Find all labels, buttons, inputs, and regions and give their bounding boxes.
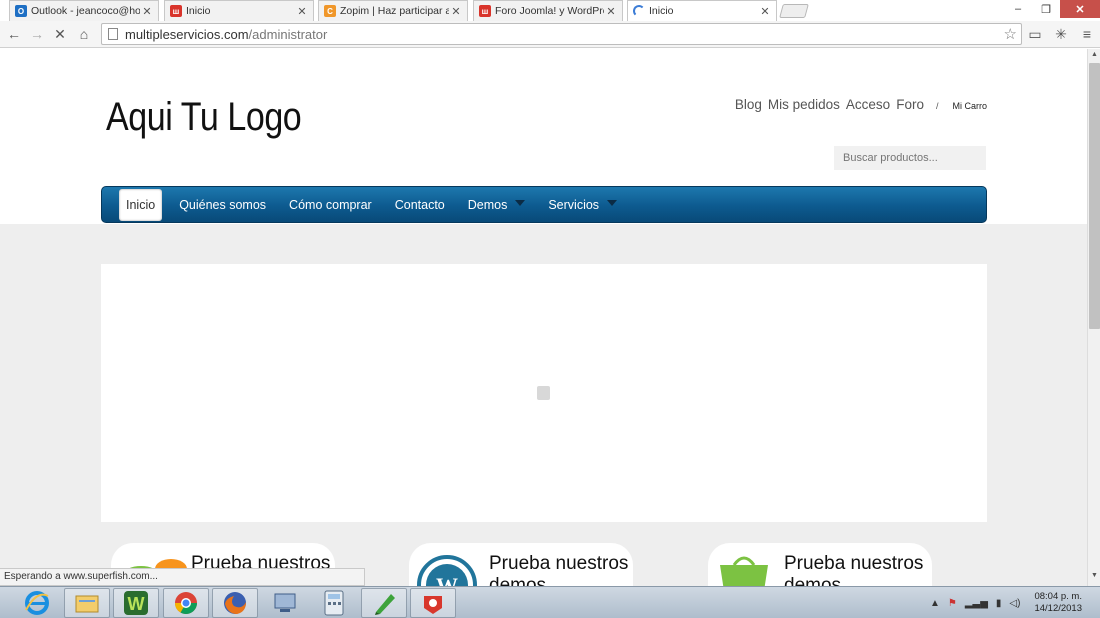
scroll-down-icon[interactable]: ▼ [1088,572,1100,584]
joomla-icon: ш [479,5,491,17]
chrome-icon[interactable] [163,588,209,618]
calculator-icon[interactable] [311,588,357,618]
separator: / [935,101,939,111]
window-controls: – ❐ ✕ [1004,0,1100,18]
firefox-icon[interactable] [212,588,258,618]
joomla-icon: ш [170,5,182,17]
site-header: Aqui Tu Logo Blog Mis pedidos Acceso For… [0,49,1087,224]
promo-box-wordpress[interactable]: W Prueba nuestros demos [409,543,633,586]
window-mode-icon[interactable]: ▭ [1025,25,1045,43]
action-center-icon[interactable]: ⚑ [948,598,957,609]
blog-link[interactable]: Blog [735,97,762,112]
menu-icon[interactable]: ≡ [1077,25,1097,43]
site-logo[interactable]: Aqui Tu Logo [106,95,302,140]
browser-tab[interactable]: O Outlook - jeancoco@hotm ✕ [9,0,159,21]
back-arrow-icon[interactable]: ← [4,25,24,43]
windows-taskbar: W ▲ ⚑ ▂▃▅ ▮ ◁) 08:04 p. m. 14/12/2013 [0,586,1100,618]
shopping-bag-icon [720,556,768,586]
extension-icon[interactable]: ✳ [1051,25,1071,43]
close-tab-icon[interactable]: ✕ [758,5,772,18]
svg-text:W: W [436,573,458,586]
system-tray: ▲ ⚑ ▂▃▅ ▮ ◁) 08:04 p. m. 14/12/2013 [926,587,1100,618]
product-search-input[interactable] [834,146,986,170]
clock-time: 08:04 p. m. [1034,591,1082,602]
home-icon[interactable]: ⌂ [74,25,94,43]
battery-icon[interactable]: ▮ [996,598,1002,609]
zopim-icon: C [324,5,336,17]
internet-explorer-icon[interactable] [14,588,60,618]
promo-text: Prueba nuestros demos [784,553,924,586]
restore-icon[interactable]: ❐ [1032,0,1060,18]
close-tab-icon[interactable]: ✕ [449,5,463,18]
forum-link[interactable]: Foro [896,97,924,112]
clock-date: 14/12/2013 [1034,603,1082,614]
login-link[interactable]: Acceso [846,97,890,112]
browser-tab[interactable]: ш Foro Joomla! y WordPress ✕ [473,0,623,21]
volume-icon[interactable]: ◁) [1009,598,1020,609]
browser-tab[interactable]: C Zopim | Haz participar a tu ✕ [318,0,468,21]
network-signal-icon[interactable]: ▂▃▅ [965,598,988,609]
file-explorer-icon[interactable] [64,588,110,618]
nav-item-servicios[interactable]: Servicios [548,197,618,212]
image-slider [101,264,987,522]
promo-box-shop[interactable]: Prueba nuestros demos [708,543,932,586]
browser-status-bar: Esperando a www.superfish.com... [0,568,365,586]
close-tab-icon[interactable]: ✕ [140,5,154,18]
close-window-icon[interactable]: ✕ [1060,0,1100,18]
scroll-up-icon[interactable]: ▲ [1088,51,1100,63]
close-tab-icon[interactable]: ✕ [604,5,618,18]
close-tab-icon[interactable]: ✕ [295,5,309,18]
url-domain: multipleservicios.com [125,26,249,42]
new-tab-button[interactable] [779,4,809,18]
address-bar[interactable]: multipleservicios.com/administrator ☆ [101,23,1022,45]
page-viewport: Aqui Tu Logo Blog Mis pedidos Acceso For… [0,49,1087,586]
nav-label: Inicio [126,197,156,212]
browser-tab-strip: O Outlook - jeancoco@hotm ✕ ш Inicio ✕ C… [0,0,1100,21]
camera-app-icon[interactable] [410,588,456,618]
nav-label: Demos [467,197,508,212]
svg-text:W: W [128,594,145,614]
url-text[interactable]: multipleservicios.com/administrator [125,27,327,42]
browser-tab[interactable]: ш Inicio ✕ [164,0,314,21]
nav-label: Servicios [548,197,600,212]
show-hidden-icons-icon[interactable]: ▲ [930,598,940,609]
nav-item-inicio[interactable]: Inicio [119,188,163,221]
promo-text: Prueba nuestros demos [489,553,629,586]
loading-spinner-icon [633,5,645,17]
dropdown-caret-icon [607,199,618,206]
vertical-scrollbar[interactable]: ▲ ▼ [1087,49,1100,586]
nav-item-quienes-somos[interactable]: Quiénes somos [179,198,266,212]
page-icon [108,28,118,40]
scrollbar-thumb[interactable] [1089,63,1100,329]
browser-tab-active[interactable]: Inicio ✕ [627,0,777,21]
w-app-icon[interactable]: W [113,588,159,618]
cart-link[interactable]: Mi Carro [952,101,987,111]
nav-label: Cómo comprar [289,197,372,212]
orders-link[interactable]: Mis pedidos [768,97,840,112]
nav-label: Contacto [394,197,445,212]
stop-loading-icon[interactable]: ✕ [50,25,70,43]
wordpress-logo-icon: W [417,555,477,586]
dropdown-caret-icon [515,199,526,206]
outlook-icon: O [15,5,27,17]
network-app-icon[interactable] [262,588,308,618]
nav-label: Quiénes somos [179,197,267,212]
browser-toolbar: ← → ✕ ⌂ multipleservicios.com/administra… [0,21,1100,48]
forward-arrow-icon[interactable]: → [27,25,47,43]
bookmark-star-icon[interactable]: ☆ [1004,25,1017,43]
main-navigation: Inicio Quiénes somos Cómo comprar Contac… [101,186,987,223]
top-links: Blog Mis pedidos Acceso Foro / Mi Carro [729,97,987,112]
nav-item-como-comprar[interactable]: Cómo comprar [289,198,372,212]
nav-item-contacto[interactable]: Contacto [395,198,445,212]
loading-icon [537,386,550,400]
url-path: /administrator [248,26,328,42]
nav-item-demos[interactable]: Demos [468,198,526,212]
minimize-icon[interactable]: – [1004,0,1032,18]
green-app-icon[interactable] [361,588,407,618]
clock[interactable]: 08:04 p. m. 14/12/2013 [1034,591,1082,615]
